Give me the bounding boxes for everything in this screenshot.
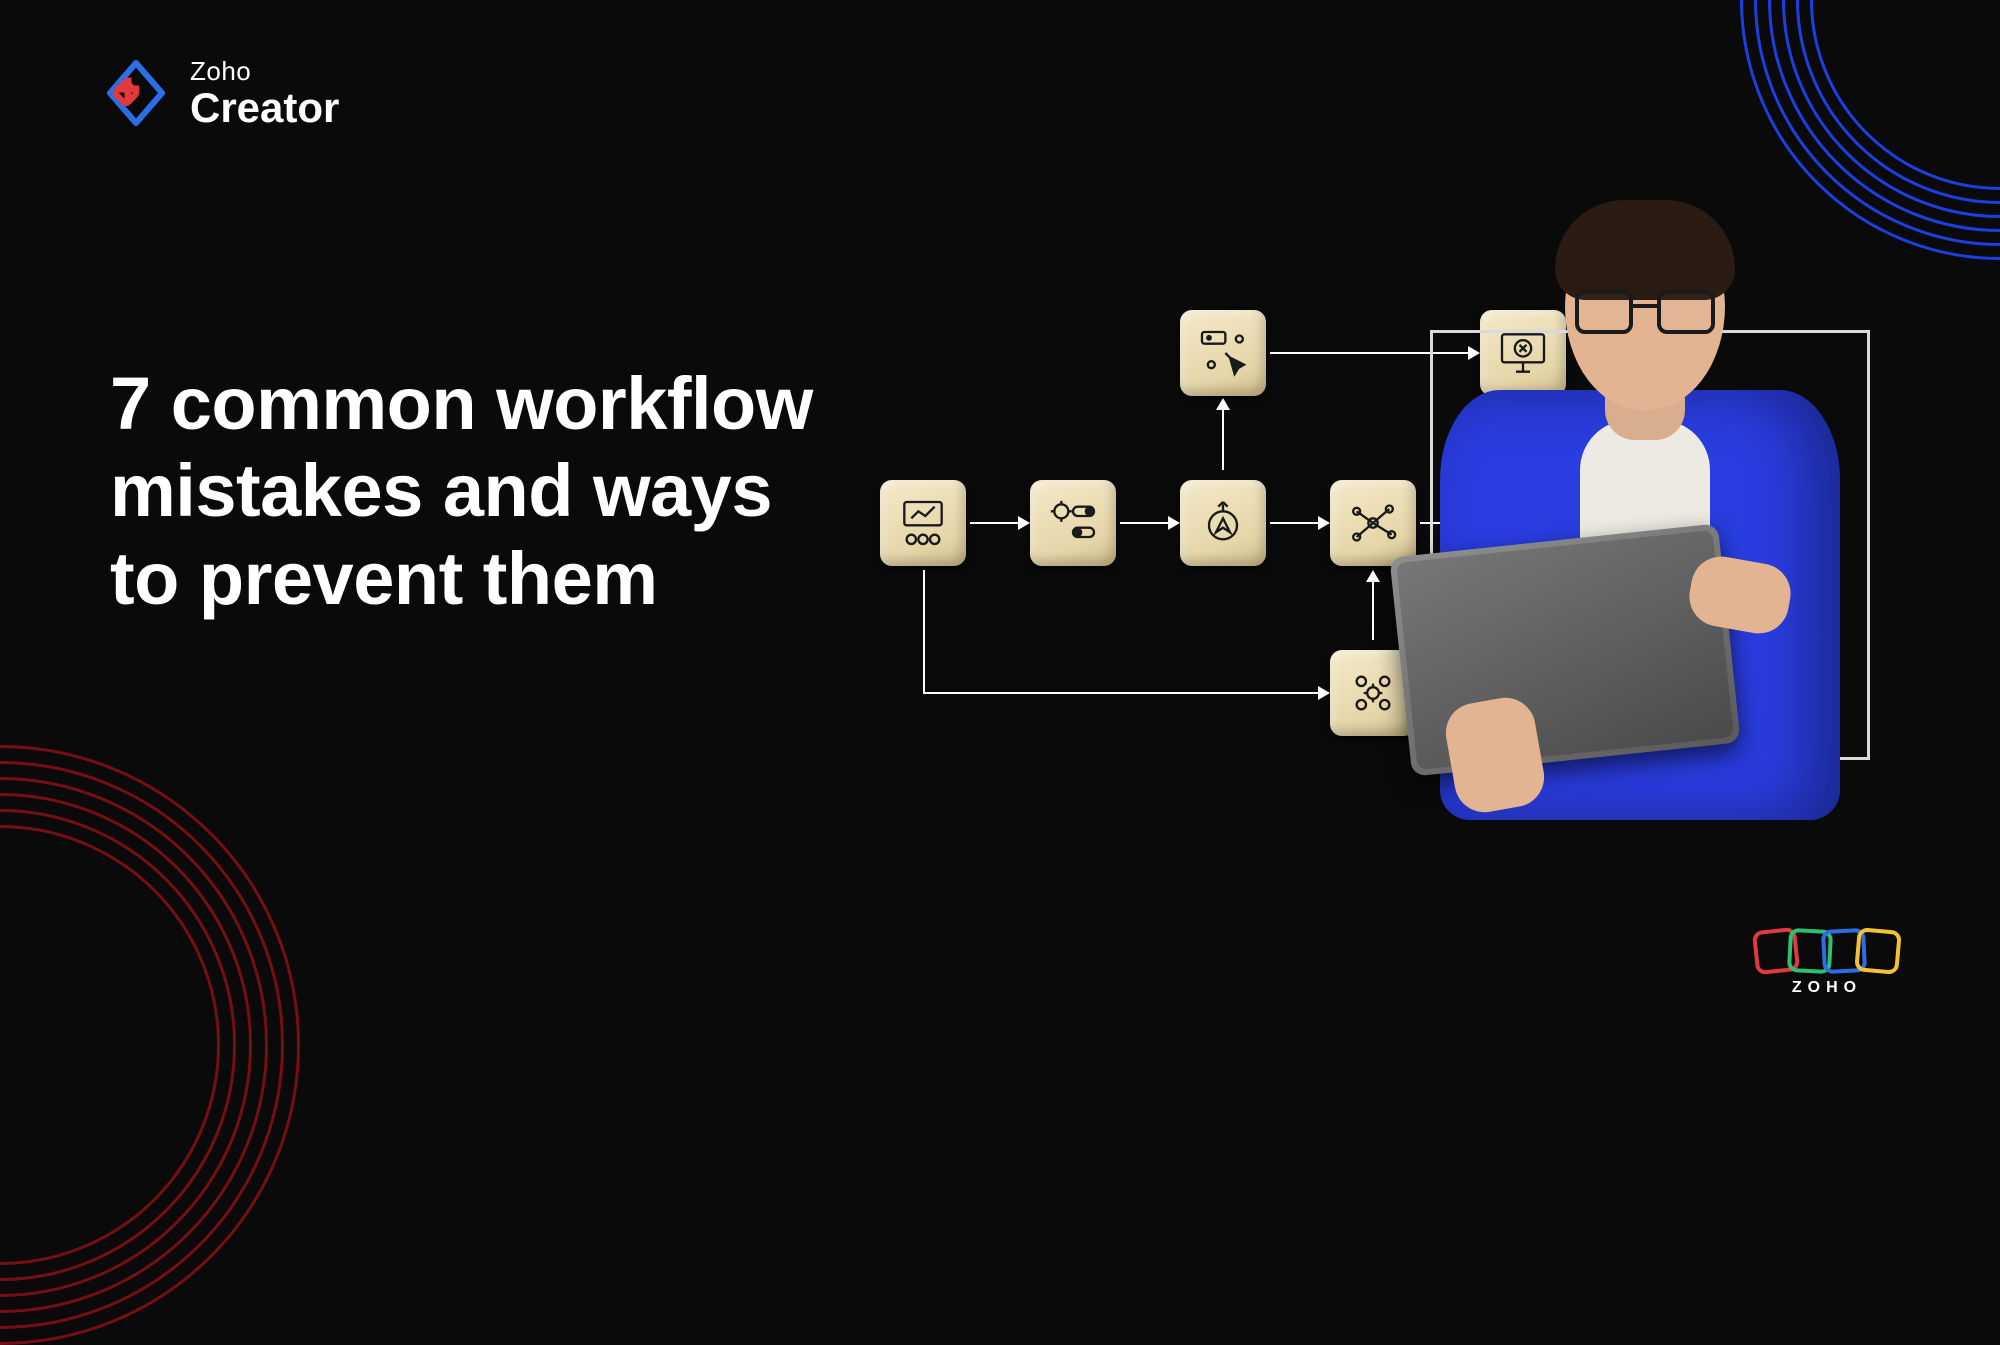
tile-gear-toggles bbox=[1030, 480, 1116, 566]
arrow bbox=[1270, 522, 1318, 524]
arrow bbox=[1120, 522, 1168, 524]
tile-compass-gear bbox=[1180, 480, 1266, 566]
headline: 7 common workflow mistakes and ways to p… bbox=[110, 360, 813, 622]
arrow-head bbox=[1018, 516, 1030, 530]
glasses-icon bbox=[1575, 290, 1715, 334]
decor-arcs-red bbox=[0, 745, 300, 1345]
person-with-laptop bbox=[1390, 160, 1890, 880]
arrow bbox=[1372, 580, 1374, 640]
brand-line2: Creator bbox=[190, 87, 339, 129]
arrow-head bbox=[1318, 686, 1330, 700]
arrow-head bbox=[1318, 516, 1330, 530]
creator-mark-icon bbox=[100, 57, 172, 129]
tile-click-options bbox=[1180, 310, 1266, 396]
arrow bbox=[923, 570, 925, 692]
arrow-head bbox=[1168, 516, 1180, 530]
zoho-squares-icon bbox=[1754, 929, 1900, 973]
arrow bbox=[970, 522, 1018, 524]
arrow bbox=[1222, 408, 1224, 470]
headline-line2: mistakes and ways bbox=[110, 447, 813, 534]
headline-line3: to prevent them bbox=[110, 535, 813, 622]
zoho-footer-label: ZOHO bbox=[1754, 979, 1900, 997]
arrow bbox=[923, 692, 1318, 694]
arrow-head bbox=[1216, 398, 1230, 410]
brand-line1: Zoho bbox=[190, 56, 339, 87]
headline-line1: 7 common workflow bbox=[110, 360, 813, 447]
laptop-icon bbox=[1389, 523, 1740, 776]
zoho-footer-logo: ZOHO bbox=[1754, 929, 1900, 997]
arrow-head bbox=[1366, 570, 1380, 582]
tile-presentation bbox=[880, 480, 966, 566]
brand-logo: Zoho Creator bbox=[100, 56, 339, 129]
